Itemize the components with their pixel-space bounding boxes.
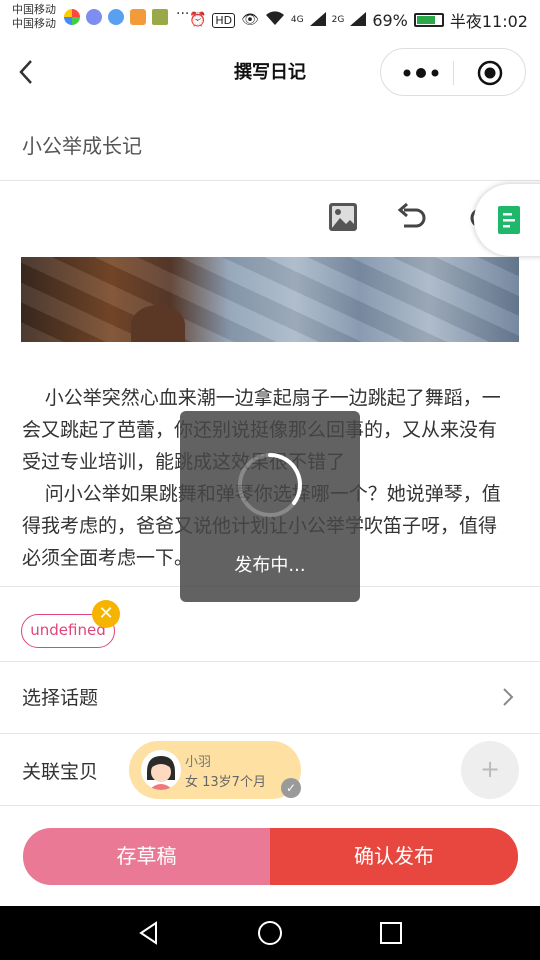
baby-card[interactable]: 小羽 女 13岁7个月 xyxy=(129,741,301,799)
browser-notification-icon xyxy=(108,9,124,25)
system-home-icon[interactable] xyxy=(257,920,283,946)
system-back-icon[interactable] xyxy=(136,920,162,946)
divider xyxy=(0,733,540,734)
close-miniprogram-icon[interactable] xyxy=(477,60,503,86)
hd-icon: HD xyxy=(212,12,236,28)
add-baby-button[interactable]: + xyxy=(461,741,519,799)
app-notification-icon xyxy=(64,9,80,25)
notification-icons xyxy=(64,9,168,25)
select-topic-label[interactable]: 选择话题 xyxy=(22,683,98,710)
insert-image-icon[interactable] xyxy=(328,202,358,232)
link-baby-label: 关联宝贝 xyxy=(22,761,99,783)
signal-icon-2 xyxy=(350,11,367,30)
eye-icon: 👁 xyxy=(241,12,259,28)
action-buttons: 存草稿 确认发布 xyxy=(23,828,518,885)
status-right: ⏰ HD 👁 4G 2G 69% 半夜11:02 xyxy=(189,8,528,32)
signal-4g-label: 4G xyxy=(290,15,304,25)
baby-name: 小羽 xyxy=(185,755,212,770)
capsule-divider xyxy=(453,61,454,85)
diary-editor-page: 中国移动 中国移动 ··· ⏰ HD 👁 4G 2G 69% 半夜11:02 撰… xyxy=(0,0,540,960)
system-recent-apps-icon[interactable] xyxy=(378,920,404,946)
floating-draft-tab[interactable] xyxy=(474,184,540,256)
miniprogram-capsule xyxy=(380,48,526,96)
battery-percent: 69% xyxy=(372,10,408,30)
carrier-1: 中国移动 xyxy=(12,3,56,16)
document-icon xyxy=(498,206,520,234)
divider xyxy=(0,180,540,181)
cloud-notification-icon xyxy=(152,9,168,25)
carrier-info: 中国移动 中国移动 xyxy=(12,3,56,31)
alarm-icon: ⏰ xyxy=(188,12,207,28)
loading-toast: 发布中... xyxy=(180,411,360,602)
nav-bar: 撰写日记 xyxy=(0,36,540,108)
publish-button[interactable]: 确认发布 xyxy=(270,828,518,885)
remove-tag-icon[interactable]: ✕ xyxy=(92,600,120,628)
system-nav-bar xyxy=(0,906,540,960)
toast-text: 发布中... xyxy=(234,555,306,576)
baby-avatar xyxy=(141,750,181,790)
carrier-2: 中国移动 xyxy=(12,17,56,30)
baby-info: 女 13岁7个月 xyxy=(185,775,266,790)
undo-icon[interactable] xyxy=(396,200,428,232)
signal-2g-label: 2G xyxy=(331,15,345,25)
divider xyxy=(0,805,540,806)
music-notification-icon xyxy=(86,9,102,25)
divider xyxy=(0,661,540,662)
battery-icon xyxy=(413,13,444,27)
clock: 半夜11:02 xyxy=(449,12,528,31)
status-bar: 中国移动 中国移动 ··· ⏰ HD 👁 4G 2G 69% 半夜11:02 xyxy=(0,0,540,36)
loading-spinner-icon xyxy=(238,453,302,517)
selected-check-icon: ✓ xyxy=(281,778,301,798)
wifi-icon xyxy=(265,10,285,30)
chevron-right-icon[interactable] xyxy=(500,685,516,709)
photo-toy-figure xyxy=(131,305,185,342)
diary-photo[interactable] xyxy=(21,257,519,342)
diary-title-input[interactable]: 小公举成长记 xyxy=(22,130,142,159)
more-notifications-icon: ··· xyxy=(176,6,190,22)
save-draft-button[interactable]: 存草稿 xyxy=(23,828,270,885)
video-notification-icon xyxy=(130,9,146,25)
more-menu-icon[interactable] xyxy=(401,64,441,82)
signal-icon xyxy=(309,11,326,30)
